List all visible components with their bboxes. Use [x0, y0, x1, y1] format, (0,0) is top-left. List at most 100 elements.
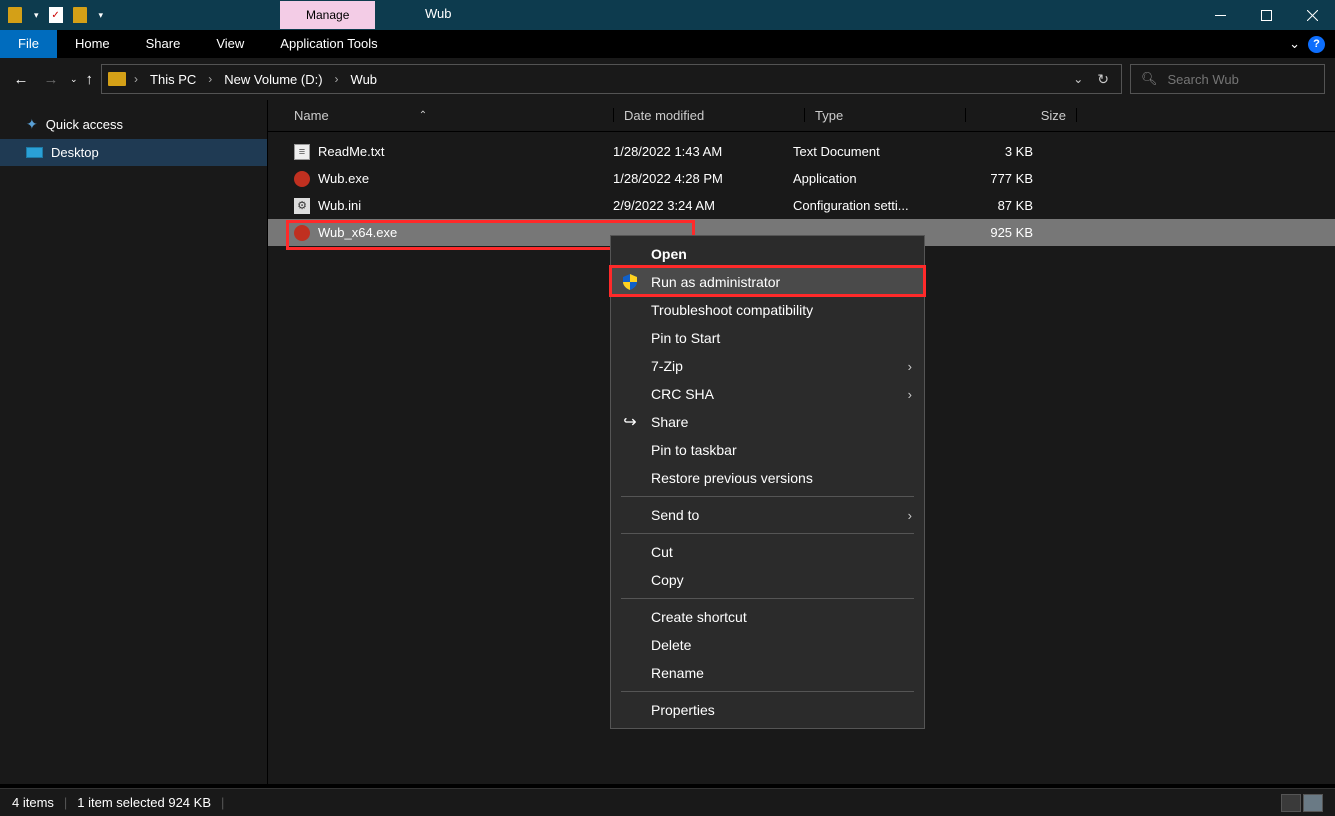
chevron-right-icon: › [908, 387, 912, 402]
chevron-right-icon: › [908, 508, 912, 523]
separator: | [64, 795, 67, 810]
file-date: 2/9/2022 3:24 AM [613, 198, 793, 213]
context-menu-restore[interactable]: Restore previous versions [611, 464, 924, 492]
column-header-type[interactable]: Type [815, 108, 965, 123]
file-list: ≡ ReadMe.txt 1/28/2022 1:43 AM Text Docum… [268, 132, 1335, 246]
ribbon-expand-icon[interactable]: ⌄ [1289, 36, 1300, 52]
context-menu-create-shortcut[interactable]: Create shortcut [611, 603, 924, 631]
chevron-down-icon[interactable]: ▾ [34, 10, 39, 21]
tab-share[interactable]: Share [128, 30, 199, 58]
file-name: Wub.exe [318, 171, 369, 186]
window-title: Wub [425, 6, 452, 21]
chevron-right-icon[interactable]: › [204, 72, 216, 86]
context-menu-crc[interactable]: CRC SHA› [611, 380, 924, 408]
star-icon: ✦ [26, 116, 38, 133]
chevron-down-icon[interactable]: ⌄ [1073, 72, 1083, 86]
tab-view[interactable]: View [198, 30, 262, 58]
folder-icon [108, 72, 126, 86]
navigation-bar: ← → ⌄ ↑ › This PC › New Volume (D:) › Wu… [0, 58, 1335, 100]
context-menu-label: Send to [651, 507, 699, 523]
context-menu-7zip[interactable]: 7-Zip › [611, 352, 924, 380]
context-menu-delete[interactable]: Delete [611, 631, 924, 659]
context-menu-open[interactable]: Open [611, 240, 924, 268]
details-view-button[interactable] [1281, 794, 1301, 812]
back-button[interactable]: ← [10, 71, 32, 88]
sidebar-item-quick-access[interactable]: ✦ Quick access [0, 110, 267, 139]
context-menu-label: Run as administrator [651, 274, 780, 290]
icons-view-button[interactable] [1303, 794, 1323, 812]
tab-manage[interactable]: Manage [280, 1, 375, 29]
context-menu-pin-start[interactable]: Pin to Start [611, 324, 924, 352]
context-menu-copy[interactable]: Copy [611, 566, 924, 594]
file-type: Configuration setti... [793, 198, 943, 213]
file-name: ReadMe.txt [318, 144, 384, 159]
folder-icon[interactable] [8, 7, 22, 23]
search-box[interactable]: 🔍︎ [1130, 64, 1325, 94]
column-header-label: Name [294, 108, 329, 123]
context-menu-run-as-admin[interactable]: Run as administrator [611, 268, 924, 296]
column-header-name[interactable]: Name ⌃ [294, 108, 613, 123]
column-header-size[interactable]: Size [976, 108, 1066, 123]
ribbon-tabs: File Home Share View Application Tools ⌄… [0, 30, 1335, 58]
refresh-icon[interactable]: ↻ [1097, 71, 1109, 88]
context-menu-pin-taskbar[interactable]: Pin to taskbar [611, 436, 924, 464]
column-header-date[interactable]: Date modified [624, 108, 804, 123]
context-menu: Open Run as administrator Troubleshoot c… [610, 235, 925, 729]
ini-file-icon: ⚙ [294, 198, 310, 214]
context-menu-properties[interactable]: Properties [611, 696, 924, 724]
context-menu-rename[interactable]: Rename [611, 659, 924, 687]
search-icon: 🔍︎ [1141, 71, 1158, 87]
context-menu-share[interactable]: ↪ Share [611, 408, 924, 436]
context-menu-troubleshoot[interactable]: Troubleshoot compatibility [611, 296, 924, 324]
file-date: 1/28/2022 4:28 PM [613, 171, 793, 186]
status-bar: 4 items | 1 item selected 924 KB | [0, 788, 1335, 816]
desktop-icon [26, 147, 43, 158]
share-icon: ↪ [621, 414, 639, 430]
view-switcher [1281, 794, 1323, 812]
file-size: 777 KB [943, 171, 1033, 186]
shield-icon [621, 274, 639, 290]
file-size: 925 KB [943, 225, 1033, 240]
file-list-pane: Name ⌃ Date modified Type Size ≡ ReadMe.t… [268, 100, 1335, 784]
address-bar[interactable]: › This PC › New Volume (D:) › Wub ⌄ ↻ [101, 64, 1122, 94]
new-folder-icon[interactable] [73, 7, 87, 23]
tab-file[interactable]: File [0, 30, 57, 58]
context-tab-group: Manage [280, 0, 375, 30]
file-row[interactable]: ≡ ReadMe.txt 1/28/2022 1:43 AM Text Docum… [268, 138, 1335, 165]
minimize-button[interactable] [1197, 0, 1243, 30]
main-area: ✦ Quick access Desktop Name ⌃ Date modif… [0, 100, 1335, 784]
file-row[interactable]: ⚙Wub.ini 2/9/2022 3:24 AM Configuration … [268, 192, 1335, 219]
text-file-icon: ≡ [294, 144, 310, 160]
quick-access-toolbar: ▾ ✓ ▾ [8, 7, 103, 23]
exe-file-icon [294, 225, 310, 241]
file-date: 1/28/2022 1:43 AM [613, 144, 793, 159]
up-button[interactable]: ↑ [86, 71, 94, 88]
menu-separator [621, 533, 914, 534]
maximize-button[interactable] [1243, 0, 1289, 30]
file-type: Text Document [793, 144, 943, 159]
close-button[interactable] [1289, 0, 1335, 30]
context-menu-send-to[interactable]: Send to › [611, 501, 924, 529]
properties-icon[interactable]: ✓ [49, 7, 63, 23]
context-menu-cut[interactable]: Cut [611, 538, 924, 566]
context-menu-label: 7-Zip [651, 358, 683, 374]
forward-button[interactable]: → [40, 71, 62, 88]
help-icon[interactable]: ? [1308, 36, 1325, 53]
chevron-down-icon[interactable]: ▾ [99, 10, 104, 21]
search-input[interactable] [1168, 72, 1314, 87]
column-headers: Name ⌃ Date modified Type Size [268, 100, 1335, 132]
file-row[interactable]: Wub.exe 1/28/2022 4:28 PM Application 77… [268, 165, 1335, 192]
chevron-right-icon[interactable]: › [331, 72, 343, 86]
history-dropdown-icon[interactable]: ⌄ [70, 74, 78, 85]
breadcrumb-segment[interactable]: This PC [146, 70, 200, 89]
chevron-right-icon[interactable]: › [130, 72, 142, 86]
sidebar-item-desktop[interactable]: Desktop [0, 139, 267, 166]
tab-application-tools[interactable]: Application Tools [262, 30, 395, 58]
breadcrumb-segment[interactable]: New Volume (D:) [220, 70, 326, 89]
title-bar: ▾ ✓ ▾ Manage Wub [0, 0, 1335, 30]
exe-file-icon [294, 171, 310, 187]
breadcrumb-segment[interactable]: Wub [347, 70, 382, 89]
tab-home[interactable]: Home [57, 30, 128, 58]
chevron-right-icon: › [908, 359, 912, 374]
menu-separator [621, 598, 914, 599]
